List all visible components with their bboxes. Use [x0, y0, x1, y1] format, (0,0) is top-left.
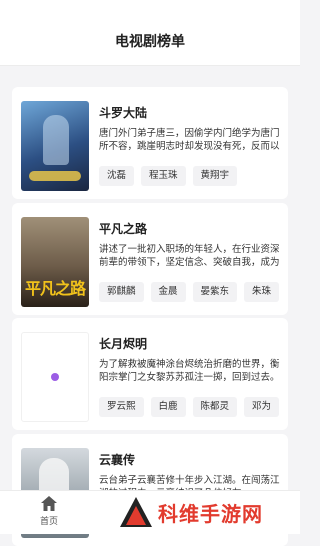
cast-chip[interactable]: 邓为	[244, 397, 280, 417]
drama-description: 唐门外门弟子唐三，因偷学内门绝学为唐门所不容，跳崖明志时却发现没有死，反而以另外…	[99, 128, 280, 152]
page-title: 电视剧榜单	[115, 34, 185, 50]
drama-card[interactable]: 斗罗大陆 唐门外门弟子唐三，因偷学内门绝学为唐门所不容，跳崖明志时却发现没有死，…	[12, 87, 288, 199]
watermark-logo-icon	[120, 497, 152, 527]
poster-title: 平凡之路	[25, 279, 86, 298]
cast-chip[interactable]: 白鹿	[150, 397, 186, 417]
cast-chip[interactable]: 黄翔宇	[192, 166, 238, 186]
poster-image	[21, 101, 89, 191]
cast-list: 罗云熙 白鹿 陈都灵 邓为	[99, 397, 288, 417]
drama-info: 平凡之路 讲述了一批初入职场的年轻人，在行业资深前辈的带领下，坚定信念、突破自我…	[99, 221, 284, 269]
drama-title: 长月烬明	[99, 337, 148, 351]
tab-home-label: 首页	[39, 517, 58, 527]
tab-home[interactable]: 首页	[24, 495, 74, 531]
drama-info: 长月烬明 为了解救被魔神涂台烬统治折磨的世界，衡阳宗掌门之女黎苏苏孤注一掷，回到…	[99, 336, 284, 384]
drama-title: 平凡之路	[99, 222, 148, 236]
watermark: 科维手游网	[118, 492, 298, 532]
drama-card[interactable]: 长月烬明 为了解救被魔神涂台烬统治折磨的世界，衡阳宗掌门之女黎苏苏孤注一掷，回到…	[12, 318, 288, 430]
drama-title: 斗罗大陆	[99, 106, 148, 120]
cast-chip[interactable]: 程玉珠	[141, 166, 186, 186]
poster-image	[21, 332, 89, 422]
drama-description: 为了解救被魔神涂台烬统治折磨的世界，衡阳宗掌门之女黎苏苏孤注一掷，回到过去。	[99, 359, 280, 383]
cast-list: 郭麒麟 金晨 晏紫东 朱珠	[99, 282, 288, 302]
drama-info: 斗罗大陆 唐门外门弟子唐三，因偷学内门绝学为唐门所不容，跳崖明志时却发现没有死，…	[99, 105, 284, 153]
cast-chip[interactable]: 金晨	[150, 282, 186, 302]
drama-card[interactable]: 平凡之路 平凡之路 讲述了一批初入职场的年轻人，在行业资深前辈的带领下，坚定信念…	[12, 203, 288, 315]
home-icon	[41, 496, 57, 511]
cast-chip[interactable]: 沈磊	[99, 166, 135, 186]
poster-image: 平凡之路	[21, 217, 89, 307]
cast-chip[interactable]: 朱珠	[244, 282, 280, 302]
cast-chip[interactable]: 罗云熙	[99, 397, 144, 417]
drama-title: 云襄传	[99, 453, 136, 467]
watermark-text: 科维手游网	[158, 501, 263, 526]
cast-chip[interactable]: 陈都灵	[192, 397, 238, 417]
drama-description: 讲述了一批初入职场的年轻人，在行业资深前辈的带领下，坚定信念、突破自我，成为优秀…	[99, 244, 280, 268]
cast-chip[interactable]: 晏紫东	[192, 282, 238, 302]
cast-chip[interactable]: 郭麒麟	[99, 282, 144, 302]
loading-dot-icon	[51, 373, 59, 381]
cast-list: 沈磊 程玉珠 黄翔宇	[99, 166, 288, 186]
header-bar: 电视剧榜单	[0, 0, 300, 66]
